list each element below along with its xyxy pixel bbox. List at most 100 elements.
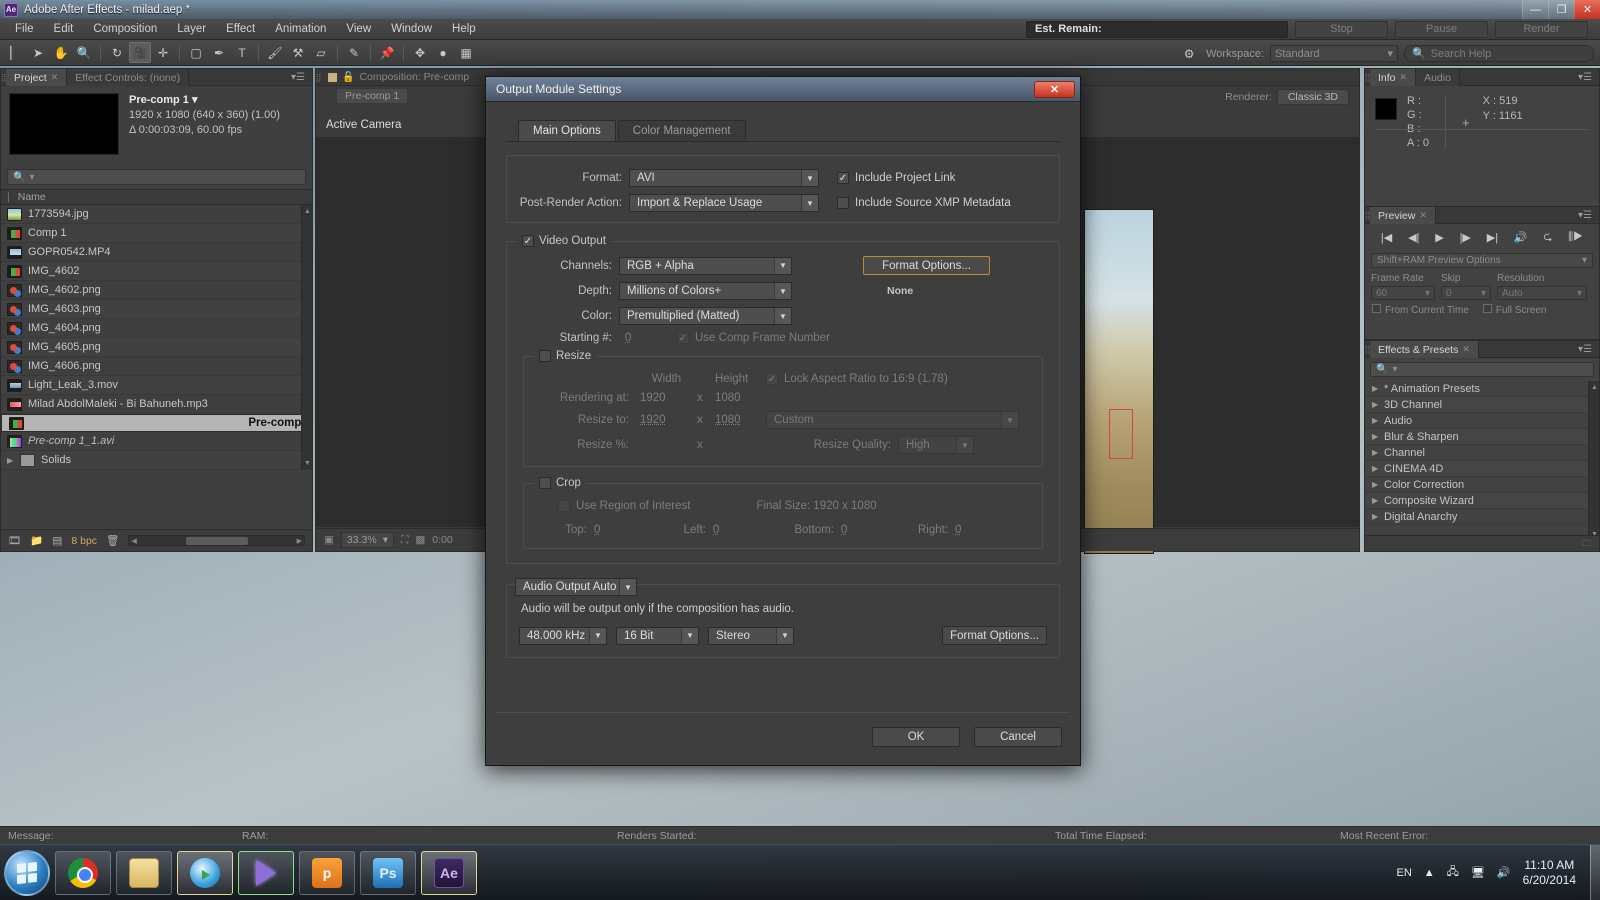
expand-triangle-icon[interactable]: ▶ [1372, 384, 1379, 393]
checkbox-icon[interactable] [539, 350, 551, 362]
close-icon[interactable]: ✕ [1400, 72, 1408, 83]
panel-menu-icon[interactable]: ▾☰ [1571, 341, 1599, 357]
audio-channels-select[interactable]: Stereo ▼ [708, 626, 794, 645]
tab-main-options[interactable]: Main Options [518, 120, 616, 141]
expand-triangle-icon[interactable]: ▶ [1372, 480, 1379, 489]
start-button[interactable] [4, 849, 50, 896]
transparency-grid-icon[interactable]: ▩ [415, 534, 425, 546]
loop-icon[interactable]: ⮎ [1543, 228, 1552, 247]
viewer-toggle-icon[interactable]: ▣ [324, 534, 334, 546]
language-indicator[interactable]: EN [1397, 867, 1412, 879]
audio-icon[interactable]: 🔊 [1514, 231, 1528, 244]
lock-icon[interactable]: 🔓 [342, 72, 354, 83]
show-desktop-button[interactable] [1590, 844, 1600, 900]
audio-output-select[interactable]: Audio Output Auto ▼ [515, 578, 637, 596]
list-item[interactable]: ▶ CINEMA 4D [1365, 461, 1599, 477]
first-frame-icon[interactable]: |◀ [1381, 231, 1392, 244]
minimize-button[interactable]: — [1522, 0, 1548, 19]
rotation-tool-icon[interactable]: ↻ [106, 42, 128, 63]
ok-button[interactable]: OK [872, 727, 960, 747]
ram-preview-icon[interactable]: ⫼▶ [1568, 231, 1583, 244]
bottom-value[interactable]: 0 [841, 524, 903, 536]
post-render-select[interactable]: Import & Replace Usage ▼ [629, 194, 819, 212]
expand-triangle-icon[interactable]: ▶ [7, 456, 14, 465]
renderer-value[interactable]: Classic 3D [1276, 89, 1349, 105]
scroll-thumb[interactable] [185, 536, 248, 545]
breadcrumb-item[interactable]: Pre-comp 1 [336, 87, 409, 104]
frame-rate-select[interactable]: 60 ▾ [1371, 286, 1435, 300]
region-of-interest-icon[interactable]: ⛶ [401, 534, 408, 547]
panel-menu-icon[interactable]: ▾☰ [1571, 207, 1599, 223]
menu-edit[interactable]: Edit [45, 20, 83, 38]
skip-select[interactable]: 0 ▾ [1441, 286, 1491, 300]
play-icon[interactable]: ▶ [1435, 231, 1443, 244]
list-item[interactable]: Milad AbdolMaleki - Bi Bahuneh.mp3 [1, 395, 312, 414]
scroll-right-icon[interactable]: ▶ [297, 537, 302, 545]
expand-triangle-icon[interactable]: ▶ [1372, 512, 1379, 521]
scroll-up-icon[interactable]: ▲ [1590, 383, 1599, 392]
menu-file[interactable]: File [6, 20, 43, 38]
full-screen-checkbox[interactable]: Full Screen [1482, 304, 1546, 316]
camera-tool-icon[interactable]: 🎥 [129, 42, 151, 63]
dialog-close-button[interactable]: ✕ [1034, 81, 1075, 98]
list-item[interactable]: ▶ Digital Anarchy [1365, 509, 1599, 525]
channels-select[interactable]: RGB + Alpha ▼ [619, 256, 792, 275]
puppet-pin-tool-icon[interactable]: 📌 [376, 42, 398, 63]
effects-search-input[interactable]: 🔍 ▾ [1370, 362, 1594, 377]
project-horizontal-scrollbar[interactable]: ◀ ▶ [128, 535, 305, 546]
render-button[interactable]: Render [1495, 20, 1588, 38]
new-folder-icon[interactable]: 📁 [30, 534, 43, 547]
taskbar-idm-button[interactable] [177, 850, 233, 895]
project-settings-icon[interactable]: ▤ [52, 535, 62, 547]
list-item[interactable]: Light_Leak_3.mov [1, 376, 312, 395]
close-icon[interactable]: ✕ [1419, 210, 1427, 221]
expand-triangle-icon[interactable]: ▶ [1372, 400, 1379, 409]
expand-triangle-icon[interactable]: ▶ [1372, 464, 1379, 473]
project-search-input[interactable]: 🔍 ▾ [7, 169, 306, 185]
expand-triangle-icon[interactable]: ▶ [1372, 432, 1379, 441]
clone-stamp-tool-icon[interactable]: ⚒ [287, 42, 309, 63]
search-help-field[interactable]: 🔍 Search Help [1404, 45, 1594, 62]
resize-legend[interactable]: Resize [534, 350, 597, 362]
volume-icon[interactable]: 🔊 [1497, 866, 1511, 879]
tab-project[interactable]: Project ✕ [6, 69, 68, 86]
scroll-left-icon[interactable]: ◀ [131, 537, 136, 545]
expand-triangle-icon[interactable]: ▶ [1372, 416, 1379, 425]
list-item[interactable]: IMG_4602 [1, 262, 312, 281]
depth-select[interactable]: Millions of Colors+ ▼ [619, 282, 792, 300]
new-comp-icon[interactable]: 🎞 [8, 534, 21, 547]
last-frame-icon[interactable]: ▶| [1487, 231, 1498, 244]
tab-audio[interactable]: Audio [1416, 69, 1460, 86]
show-hidden-icons-icon[interactable]: ▲ [1424, 867, 1435, 879]
include-xmp-checkbox[interactable]: Include Source XMP Metadata [837, 197, 1011, 209]
project-item-list[interactable]: 1773594.jpg Comp 1 GOPR0542.MP4 IMG_4602… [1, 205, 312, 470]
list-item-selected[interactable]: Pre-comp 1 [1, 414, 312, 432]
close-icon[interactable]: ✕ [1462, 344, 1470, 355]
list-item[interactable]: Comp 1 [1, 224, 312, 243]
tab-color-management[interactable]: Color Management [617, 120, 746, 141]
text-tool-icon[interactable]: T [231, 42, 253, 63]
list-item[interactable]: ▶ Audio [1365, 413, 1599, 429]
pause-button[interactable]: Pause [1395, 20, 1488, 38]
roto-brush-tool-icon[interactable]: ✎ [343, 42, 365, 63]
project-list-scrollbar[interactable]: ▲ ▼ [301, 205, 312, 470]
lock-aspect-checkbox[interactable]: ✓ Lock Aspect Ratio to 16:9 (1.78) [766, 373, 948, 385]
ram-preview-options-select[interactable]: Shift+RAM Preview Options ▾ [1371, 253, 1593, 268]
anchor-icon[interactable]: ● [432, 42, 454, 63]
new-folder-icon[interactable]: 🗀 [1582, 536, 1591, 552]
right-value[interactable]: 0 [955, 524, 985, 536]
top-value[interactable]: 0 [594, 524, 658, 536]
action-center-icon[interactable]: 🖥 [1471, 866, 1485, 879]
list-item[interactable]: ▶ Blur & Sharpen [1365, 429, 1599, 445]
list-item[interactable]: ▶ Solids [1, 451, 312, 470]
audio-bit-depth-select[interactable]: 16 Bit ▼ [616, 626, 699, 645]
resize-width[interactable]: 1920 [636, 414, 697, 426]
workspace-select[interactable]: Standard ▾ [1270, 45, 1398, 62]
crop-legend[interactable]: Crop [534, 477, 586, 489]
effects-category-list[interactable]: ▶ * Animation Presets ▶ 3D Channel ▶ Audio … [1365, 381, 1599, 541]
list-item[interactable]: GOPR0542.MP4 [1, 243, 312, 262]
taskbar-aftereffects-button[interactable]: Ae [421, 850, 477, 895]
effects-list-scrollbar[interactable]: ▲ ▼ [1588, 381, 1599, 541]
close-icon[interactable]: ✕ [51, 72, 59, 83]
video-output-legend[interactable]: ✓ Video Output [517, 235, 611, 247]
